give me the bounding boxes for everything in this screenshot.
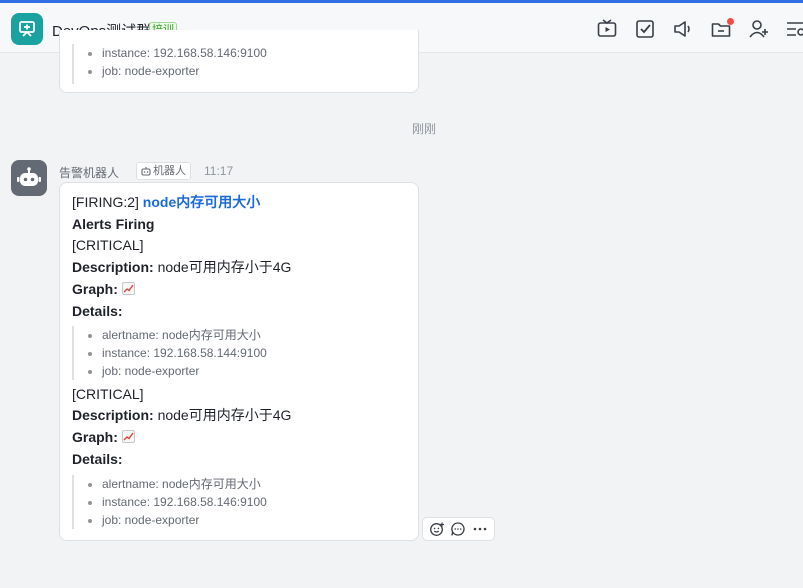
unread-dot <box>727 18 734 25</box>
robot-icon <box>17 167 41 186</box>
alerts-heading: Alerts Firing <box>72 216 155 232</box>
list-item: job: node-exporter <box>102 62 267 80</box>
task-check-icon[interactable] <box>634 18 656 40</box>
message-actions-bar <box>422 517 495 541</box>
severity-label: [CRITICAL] <box>72 237 144 253</box>
group-avatar[interactable] <box>11 13 43 45</box>
list-item: instance: 192.168.58.144:9100 <box>102 344 267 362</box>
alert-message-bubble[interactable]: [FIRING:2] node内存可用大小 Alerts Firing [CRI… <box>59 182 419 541</box>
robot-badge-label: 机器人 <box>153 165 186 177</box>
list-item: instance: 192.168.58.146:9100 <box>102 493 267 511</box>
more-menu-icon[interactable] <box>785 18 803 40</box>
details-label: Details: <box>72 303 123 319</box>
graph-line: Graph: <box>72 279 135 299</box>
severity-label: [CRITICAL] <box>72 386 144 402</box>
bot-avatar[interactable] <box>11 160 47 196</box>
firing-prefix: [FIRING:2] <box>72 194 139 210</box>
tv-icon[interactable] <box>596 18 618 40</box>
chart-increasing-icon[interactable] <box>121 282 135 295</box>
details-label: Details: <box>72 451 123 467</box>
list-item: job: node-exporter <box>102 511 267 529</box>
add-reaction-icon[interactable] <box>428 520 446 538</box>
details-quote: instance: 192.168.58.146:9100 job: node-… <box>72 44 267 84</box>
group-board-icon <box>19 21 35 37</box>
graph-line: Graph: <box>72 427 135 447</box>
details-quote: alertname: node内存可用大小 instance: 192.168.… <box>72 326 267 380</box>
reply-icon[interactable] <box>449 520 467 538</box>
previous-message-bubble[interactable]: instance: 192.168.58.146:9100 job: node-… <box>59 30 419 93</box>
description-line: Description: node可用内存小于4G <box>72 259 292 275</box>
robot-small-icon <box>141 167 151 176</box>
list-item: job: node-exporter <box>102 362 267 380</box>
announcement-icon[interactable] <box>672 18 694 40</box>
time-divider: 刚刚 <box>411 122 436 136</box>
add-member-icon[interactable] <box>748 18 770 40</box>
list-item: instance: 192.168.58.146:9100 <box>102 44 267 62</box>
description-line: Description: node可用内存小于4G <box>72 407 292 423</box>
alert-title-line: [FIRING:2] node内存可用大小 <box>72 192 260 212</box>
robot-badge: 机器人 <box>136 162 191 180</box>
list-item: alertname: node内存可用大小 <box>102 326 267 344</box>
list-item: alertname: node内存可用大小 <box>102 475 267 493</box>
details-quote: alertname: node内存可用大小 instance: 192.168.… <box>72 475 267 529</box>
chart-increasing-icon[interactable] <box>121 430 135 443</box>
more-icon[interactable] <box>471 520 489 538</box>
alert-title-link[interactable]: node内存可用大小 <box>143 194 260 210</box>
message-time: 11:17 <box>204 164 234 178</box>
sender-name[interactable]: 告警机器人 <box>59 164 119 181</box>
